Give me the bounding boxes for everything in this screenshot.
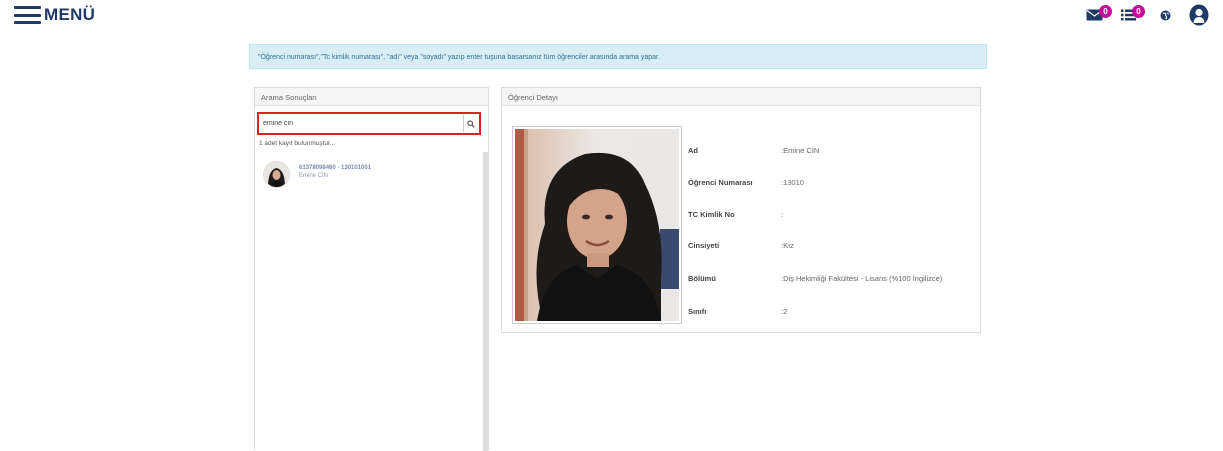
search-box	[257, 112, 481, 135]
detail-row-bolumu: Bölümü :Diş Hekimliği Fakültesi - Lisans…	[688, 274, 978, 284]
detail-row-ogrenci-numarasi: Öğrenci Numarası :13010	[688, 178, 978, 188]
info-alert: "Öğrenci numarası","Tc kimlik numarası",…	[249, 44, 987, 69]
search-button[interactable]	[463, 115, 478, 132]
menu-hamburger-icon	[14, 6, 41, 24]
search-panel-title: Arama Sonuçları	[255, 88, 488, 106]
student-photo	[512, 126, 682, 324]
list-item[interactable]: 61378098460 - 130101001 Emine CİN	[263, 161, 371, 189]
result-name: Emine CİN	[299, 173, 329, 179]
search-input[interactable]	[261, 116, 470, 131]
profile-button[interactable]	[1189, 4, 1209, 26]
detail-row-cinsiyeti: Cinsiyeti :Kız	[688, 241, 978, 251]
detail-value: :Emine CİN	[781, 146, 820, 155]
detail-label: Sınıfı	[688, 307, 707, 316]
menu-label: MENÜ	[44, 5, 96, 24]
detail-value: :13010	[781, 178, 804, 187]
detail-value: :Kız	[781, 241, 794, 250]
record-count: 1 adet kayıt bulunmuştur...	[259, 140, 336, 147]
detail-value: :2	[781, 307, 788, 316]
info-text: "Öğrenci numarası","Tc kimlik numarası",…	[258, 54, 660, 61]
top-icons: 0 0	[1086, 2, 1209, 28]
messages-badge: 0	[1099, 5, 1112, 18]
search-results-panel: Arama Sonuçları 1 adet kayıt bulunmuştur…	[254, 87, 489, 451]
search-icon	[467, 119, 475, 128]
detail-value: :	[781, 210, 784, 219]
results-list: 61378098460 - 130101001 Emine CİN	[255, 152, 488, 451]
detail-label: Cinsiyeti	[688, 241, 720, 250]
detail-row-tc-kimlik: TC Kimlik No :	[688, 210, 978, 220]
detail-label: Öğrenci Numarası	[688, 178, 753, 187]
globe-icon	[1160, 10, 1171, 20]
tasks-badge: 0	[1132, 5, 1145, 18]
result-id-line: 61378098460 - 130101001	[299, 165, 372, 171]
top-bar: MENÜ 0 0	[0, 0, 1223, 30]
detail-label: Ad	[688, 146, 698, 155]
avatar	[263, 161, 290, 188]
tasks-button[interactable]: 0	[1121, 5, 1145, 21]
results-scrollbar[interactable]	[483, 152, 488, 451]
detail-panel-title: Öğrenci Detayı	[502, 88, 980, 106]
detail-row-ad: Ad :Emine CİN	[688, 146, 978, 156]
menu-button[interactable]: MENÜ	[14, 3, 95, 27]
detail-row-sinifi: Sınıfı :2	[688, 307, 978, 317]
messages-button[interactable]: 0	[1086, 5, 1112, 21]
user-icon	[1189, 4, 1209, 26]
student-detail-panel: Öğrenci Detayı Ad :Emine CİN Öğrenci Num…	[501, 87, 981, 333]
detail-label: TC Kimlik No	[688, 210, 735, 219]
detail-value: :Diş Hekimliği Fakültesi - Lisans (%100 …	[781, 274, 943, 283]
detail-label: Bölümü	[688, 274, 716, 283]
language-button[interactable]	[1160, 10, 1171, 21]
